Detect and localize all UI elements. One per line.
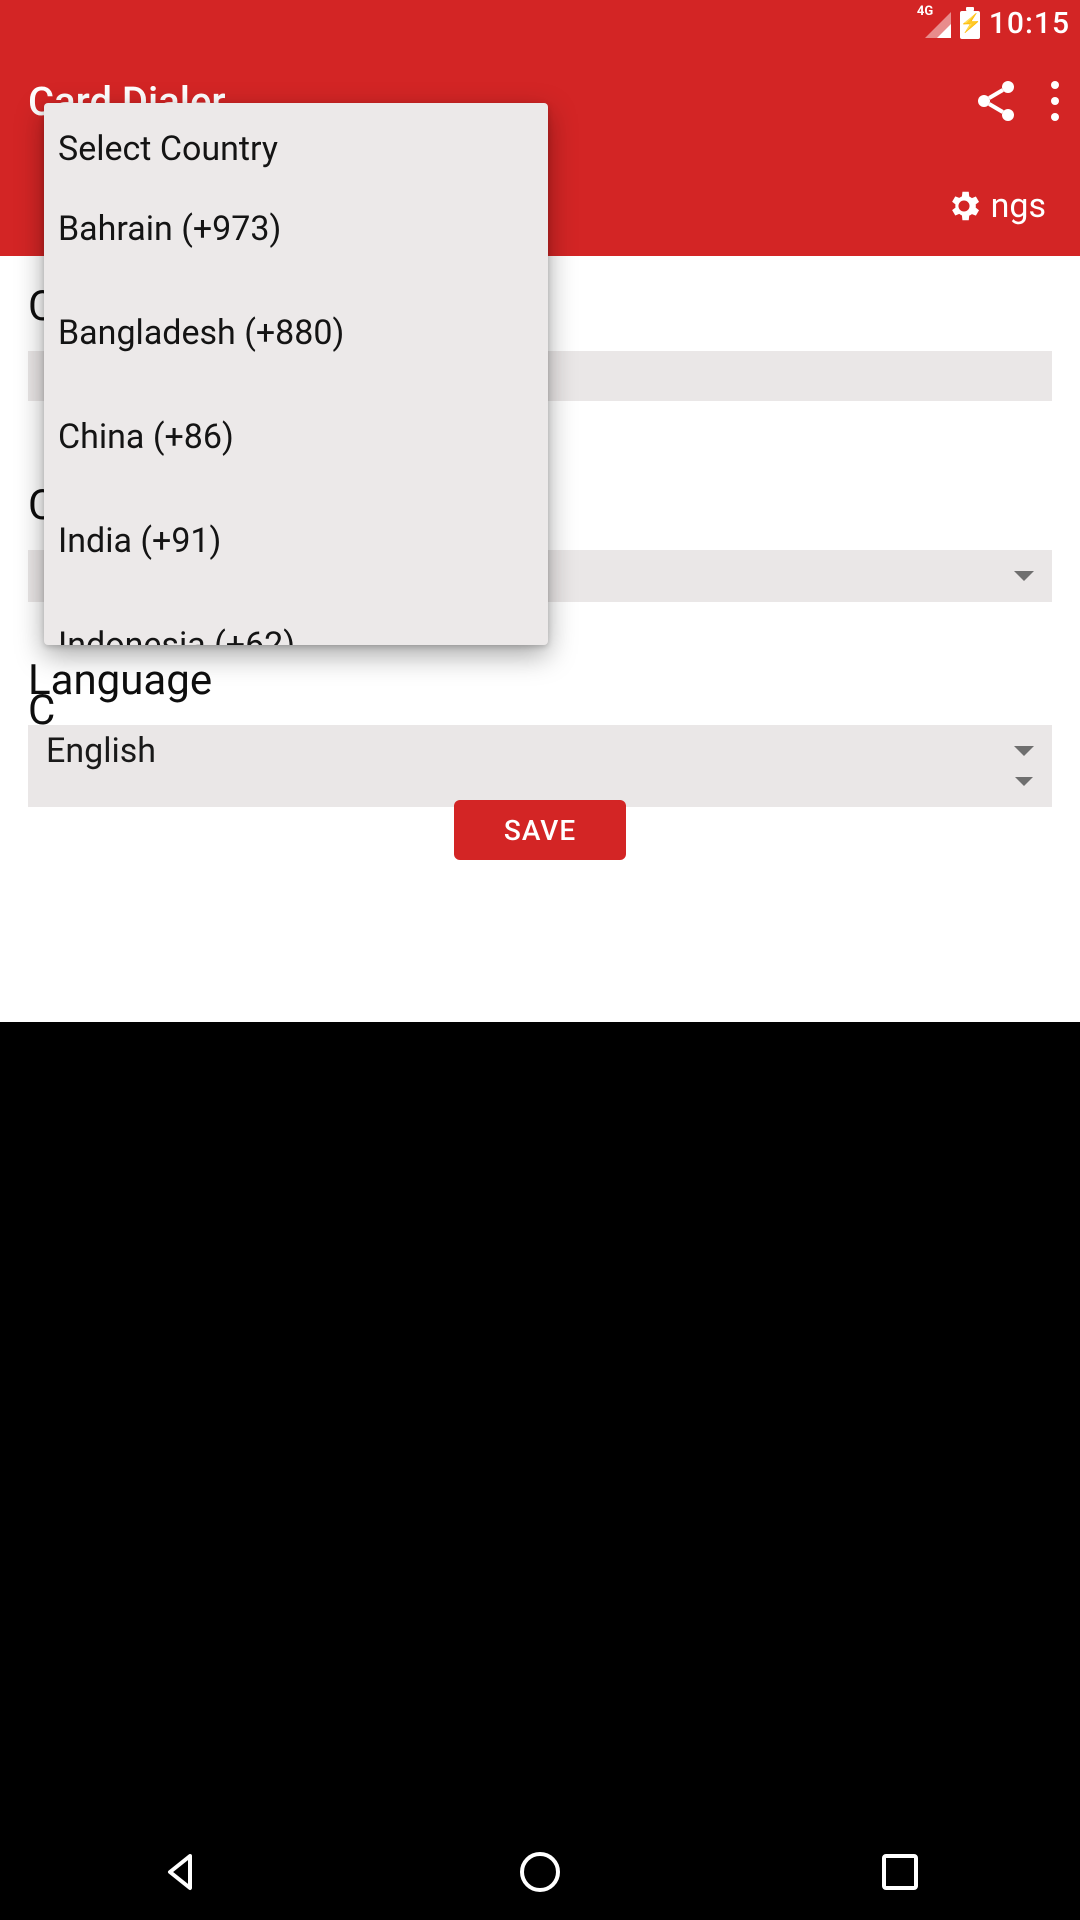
country-option[interactable]: Bangladesh (+880) (44, 281, 548, 385)
android-nav-bar (0, 1824, 1080, 1920)
country-option[interactable]: Indonesia (+62) (44, 593, 548, 645)
country-dropdown: Select Country Bahrain (+973) Bangladesh… (44, 103, 548, 645)
bottom-black-strip (0, 1796, 1080, 1824)
nav-recent-icon[interactable] (876, 1848, 924, 1896)
country-option[interactable]: India (+91) (44, 489, 548, 593)
nav-back-icon[interactable] (156, 1848, 204, 1896)
country-option[interactable]: Bahrain (+973) (44, 177, 548, 281)
nav-home-icon[interactable] (516, 1848, 564, 1896)
country-option[interactable]: China (+86) (44, 385, 548, 489)
dropdown-scrim[interactable]: Select Country Bahrain (+973) Bangladesh… (0, 0, 1080, 1920)
dropdown-title: Select Country (44, 103, 548, 177)
